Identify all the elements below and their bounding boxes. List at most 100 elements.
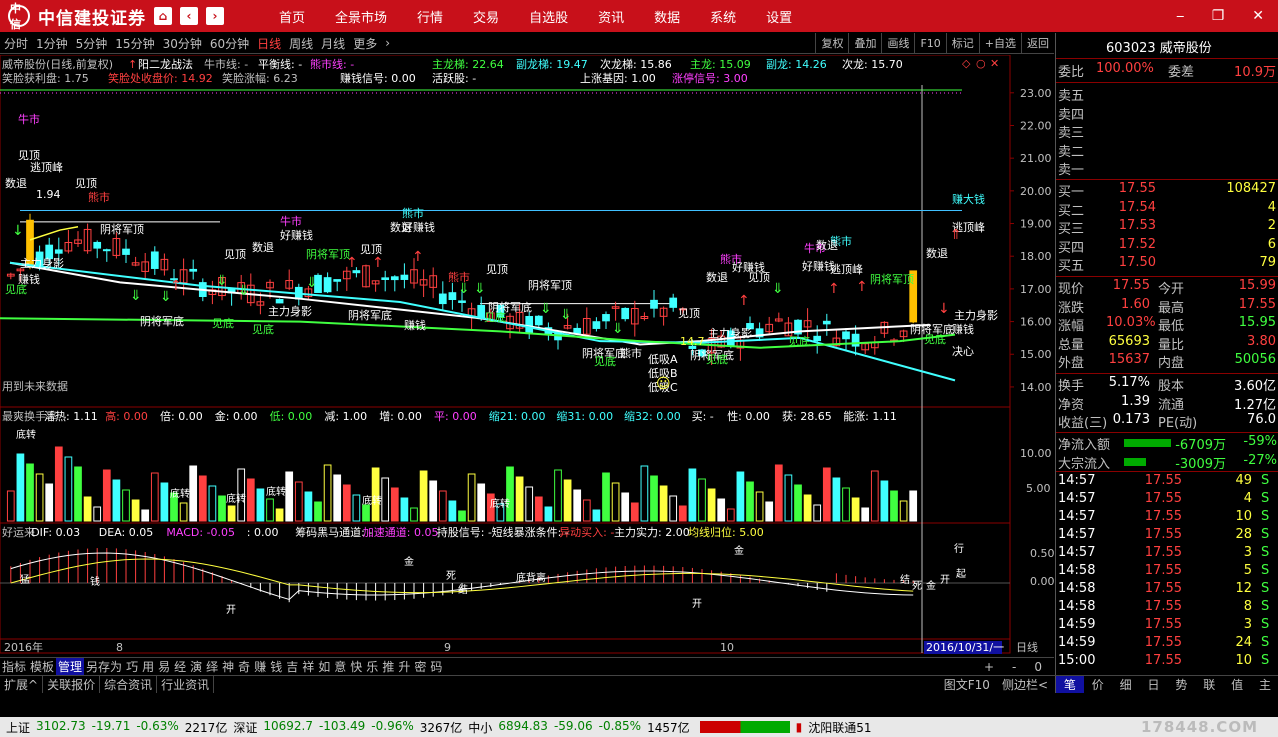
quote-cell: 15.99: [1238, 278, 1276, 293]
bottom-tab-6[interactable]: 易: [156, 658, 172, 675]
menu-item-2[interactable]: 行情: [402, 7, 458, 26]
info-tab-0[interactable]: 扩展^: [0, 676, 44, 693]
quote-cell: 100.00%: [1096, 61, 1154, 76]
bottom-tab-21[interactable]: 升: [396, 658, 412, 675]
shenzhen-index[interactable]: 深证 10692.7 -103.49 -0.96% 3267亿: [233, 719, 462, 736]
more-arrow-icon[interactable]: ›: [381, 36, 394, 50]
minimize-icon[interactable]: ⎯: [1177, 8, 1184, 24]
bottom-tab-18[interactable]: 快: [348, 658, 364, 675]
quote-cell: 17.55: [1144, 653, 1182, 668]
menu-item-8[interactable]: 设置: [751, 7, 807, 26]
tool-button-5[interactable]: +自选: [978, 32, 1021, 54]
period-tab-7[interactable]: 周线: [285, 35, 317, 52]
zoom-button-1[interactable]: -: [1010, 660, 1018, 674]
tick-row: 14:57 17.55 4 S: [1056, 491, 1278, 510]
volume-bar: [438, 490, 447, 522]
tool-button-3[interactable]: F10: [914, 32, 945, 54]
bottom-tab-9[interactable]: 绎: [204, 658, 220, 675]
tool-button-4[interactable]: 标记: [945, 32, 979, 54]
smile-profit-label: 笑脸获利盘: 1.75: [2, 71, 89, 85]
indicator2-value: 主力实力: 2.00: [614, 525, 690, 539]
period-tab-1[interactable]: 1分钟: [32, 35, 72, 52]
y-axis-label: 23.00: [1020, 87, 1052, 100]
macd-annotation: 金: [734, 544, 744, 557]
bottom-tab-10[interactable]: 神: [220, 658, 236, 675]
quote-cell: 卖三: [1058, 126, 1085, 142]
info-tab-2[interactable]: 综合资讯: [100, 676, 158, 693]
candle-body: [150, 251, 159, 269]
bottom-tab-13[interactable]: 钱: [268, 658, 284, 675]
quote-cell: 卖一: [1058, 163, 1085, 179]
bottom-tab-16[interactable]: 如: [316, 658, 332, 675]
tool-button-2[interactable]: 画线: [881, 32, 914, 54]
signal-annotation: 决心: [952, 345, 974, 358]
period-tab-3[interactable]: 15分钟: [111, 35, 158, 52]
period-tab-2[interactable]: 5分钟: [72, 35, 112, 52]
tool-button-6[interactable]: 返回: [1021, 32, 1054, 54]
period-tab-6[interactable]: 日线: [253, 35, 285, 52]
period-tab-9[interactable]: 更多: [349, 35, 381, 52]
bottom-tab-1[interactable]: 模板: [28, 658, 56, 675]
signal-annotation: 见顶: [75, 177, 97, 190]
info-tab-1[interactable]: 关联报价: [43, 676, 101, 693]
y-axis-label: 0.00: [1030, 575, 1054, 588]
menu-item-5[interactable]: 资讯: [583, 7, 639, 26]
menu-item-1[interactable]: 全景市场: [320, 7, 402, 26]
signal-annotation: 14.7: [680, 335, 705, 348]
bottom-tab-8[interactable]: 演: [188, 658, 204, 675]
bottom-tab-19[interactable]: 乐: [364, 658, 380, 675]
menu-item-4[interactable]: 自选股: [514, 7, 583, 26]
side-toggle-0[interactable]: 图文F10: [942, 676, 992, 693]
tick-row: 14:58 17.55 8 S: [1056, 599, 1278, 618]
home-icon[interactable]: ⌂: [154, 7, 172, 25]
indicator2-value: 加速通道: 0.05: [363, 525, 439, 539]
active-stock-label: 活跃股: -: [432, 71, 476, 85]
candle-body: [438, 293, 447, 305]
tool-button-0[interactable]: 复权: [815, 32, 848, 54]
bottom-tab-20[interactable]: 推: [380, 658, 396, 675]
volume-bar: [64, 456, 73, 522]
volume-bar: [35, 473, 44, 522]
bottom-tab-17[interactable]: 意: [332, 658, 348, 675]
back-icon[interactable]: ‹: [180, 7, 198, 25]
tool-button-1[interactable]: 叠加: [848, 32, 881, 54]
bottom-tab-22[interactable]: 密: [412, 658, 428, 675]
forward-icon[interactable]: ›: [206, 7, 224, 25]
period-tab-0[interactable]: 分时: [0, 35, 32, 52]
shanghai-index[interactable]: 上证 3102.73 -19.71 -0.63% 2217亿: [6, 719, 227, 736]
bottom-tab-7[interactable]: 经: [172, 658, 188, 675]
zoom-button-0[interactable]: +: [982, 660, 996, 674]
bottom-tab-15[interactable]: 祥: [300, 658, 316, 675]
bottom-tab-23[interactable]: 码: [428, 658, 444, 675]
zoom-button-2[interactable]: 0: [1032, 660, 1044, 674]
bottom-tab-3[interactable]: 另存为: [84, 658, 124, 675]
signal-annotation: 见底: [212, 316, 234, 330]
period-tab-5[interactable]: 60分钟: [206, 35, 253, 52]
signal-annotation: 阴将军顶: [306, 248, 350, 261]
quote-cell: -3009万: [1175, 456, 1226, 472]
menu-item-3[interactable]: 交易: [458, 7, 514, 26]
kline-chart[interactable]: 威帝股份(日线,前复权) ↑ 阳二龙战法 牛市线: - 平衡线: - 熊市线: - 主龙梯:…: [0, 55, 1054, 655]
smiley-icon: ☺: [656, 376, 671, 392]
restore-icon[interactable]: ❐: [1212, 8, 1225, 24]
signal-arrow-icon: ⇓: [458, 281, 470, 297]
bottom-tab-2[interactable]: 管理: [56, 658, 85, 675]
index-pct: -0.63%: [136, 718, 179, 733]
bottom-tab-5[interactable]: 用: [140, 658, 156, 675]
side-toggle-1[interactable]: 侧边栏<: [1000, 676, 1050, 693]
bottom-tab-12[interactable]: 赚: [252, 658, 268, 675]
sme-index[interactable]: 中小 6894.83 -59.06 -0.85% 1457亿: [468, 719, 689, 736]
menu-item-0[interactable]: 首页: [264, 7, 320, 26]
bottom-tab-4[interactable]: 巧: [124, 658, 140, 675]
bottom-tab-11[interactable]: 奇: [236, 658, 252, 675]
period-tab-4[interactable]: 30分钟: [159, 35, 206, 52]
bottom-tab-14[interactable]: 吉: [284, 658, 300, 675]
close-icon[interactable]: ✕: [1252, 8, 1264, 24]
period-tab-8[interactable]: 月线: [317, 35, 349, 52]
info-tab-3[interactable]: 行业资讯: [157, 676, 215, 693]
bottom-tab-0[interactable]: 指标: [0, 658, 28, 675]
quote-cell: 17.54: [1118, 199, 1156, 215]
menu-item-7[interactable]: 系统: [695, 7, 751, 26]
volume-bar: [506, 466, 514, 522]
menu-item-6[interactable]: 数据: [639, 7, 695, 26]
